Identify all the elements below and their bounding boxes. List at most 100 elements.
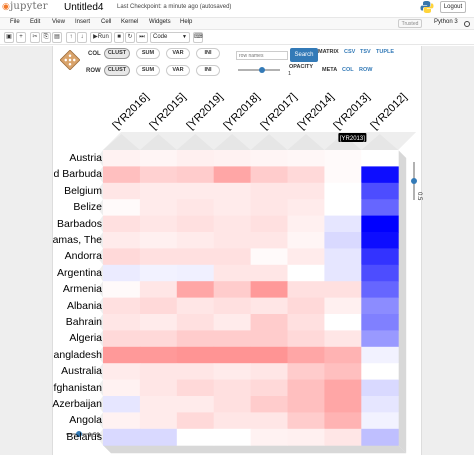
heatmap-cell[interactable] <box>139 232 178 249</box>
heatmap-cell[interactable] <box>176 346 215 364</box>
heatmap-cell[interactable] <box>361 314 399 331</box>
heatmap-cell[interactable] <box>213 215 252 233</box>
row-label[interactable]: Bahrain <box>66 316 102 328</box>
heatmap-cell[interactable] <box>287 232 325 249</box>
heatmap-cell[interactable] <box>361 232 399 249</box>
row-label[interactable]: amas, The <box>53 234 102 246</box>
heatmap-cell[interactable] <box>213 166 252 184</box>
heatmap-cell[interactable] <box>176 412 215 430</box>
heatmap-cell[interactable] <box>324 379 362 397</box>
heatmap-cell[interactable] <box>139 166 178 184</box>
heatmap-cell[interactable] <box>139 297 178 315</box>
heatmap-cell[interactable] <box>361 346 399 364</box>
heatmap-cell[interactable] <box>213 314 252 331</box>
heatmap-cell[interactable] <box>103 428 141 446</box>
row-label[interactable]: Armenia <box>63 283 102 295</box>
row-label[interactable]: fghanistan <box>54 382 102 394</box>
heatmap-cell[interactable] <box>103 248 141 266</box>
heatmap-cell[interactable] <box>213 330 252 348</box>
heatmap-cell[interactable] <box>250 166 288 184</box>
heatmap-cell[interactable] <box>361 297 399 315</box>
heatmap-cell[interactable] <box>361 330 399 348</box>
heatmap-cell[interactable] <box>139 412 178 430</box>
row-dendro-slider-handle[interactable] <box>411 178 417 184</box>
heatmap-cell[interactable] <box>213 199 252 217</box>
heatmap-cell[interactable] <box>287 150 325 167</box>
heatmap-cell[interactable] <box>176 379 215 397</box>
row-label[interactable]: Andorra <box>65 250 102 262</box>
heatmap-cell[interactable] <box>324 166 362 184</box>
heatmap-cell[interactable] <box>361 363 399 381</box>
heatmap-cell[interactable] <box>103 182 141 200</box>
heatmap-cell[interactable] <box>250 363 288 381</box>
heatmap-cell[interactable] <box>250 182 288 200</box>
heatmap-cell[interactable] <box>324 199 362 217</box>
heatmap-cell[interactable] <box>176 232 215 249</box>
heatmap-cell[interactable] <box>139 363 178 381</box>
heatmap-cell[interactable] <box>287 330 325 348</box>
heatmap-cell[interactable] <box>103 330 141 348</box>
heatmap-cell[interactable] <box>250 264 288 282</box>
heatmap-cell[interactable] <box>324 314 362 331</box>
heatmap-cell[interactable] <box>139 248 178 266</box>
heatmap-cell[interactable] <box>324 412 362 430</box>
heatmap-cell[interactable] <box>176 248 215 266</box>
heatmap-cell[interactable] <box>324 232 362 249</box>
heatmap-cell[interactable] <box>213 428 252 446</box>
heatmap-cell[interactable] <box>287 314 325 331</box>
heatmap-cell[interactable] <box>287 396 325 413</box>
heatmap-cell[interactable] <box>361 281 399 299</box>
row-label[interactable]: Azerbaijan <box>52 398 102 410</box>
heatmap-cell[interactable] <box>176 428 215 446</box>
heatmap-cell[interactable] <box>103 363 141 381</box>
heatmap-cell[interactable] <box>324 346 362 364</box>
heatmap-cell[interactable] <box>103 281 141 299</box>
heatmap-cell[interactable] <box>361 215 399 233</box>
heatmap-cell[interactable] <box>250 330 288 348</box>
row-label[interactable]: Belize <box>73 201 102 213</box>
heatmap-cell[interactable] <box>176 166 215 184</box>
heatmap-cell[interactable] <box>361 412 399 430</box>
heatmap-cell[interactable] <box>103 346 141 364</box>
heatmap-cell[interactable] <box>213 379 252 397</box>
heatmap-cell[interactable] <box>324 330 362 348</box>
heatmap-cell[interactable] <box>176 264 215 282</box>
heatmap-cell[interactable] <box>324 264 362 282</box>
heatmap-cell[interactable] <box>361 182 399 200</box>
heatmap-cell[interactable] <box>103 297 141 315</box>
heatmap-cell[interactable] <box>103 232 141 249</box>
heatmap-cell[interactable] <box>176 297 215 315</box>
heatmap-cell[interactable] <box>287 199 325 217</box>
heatmap-cell[interactable] <box>361 379 399 397</box>
heatmap-cell[interactable] <box>250 412 288 430</box>
heatmap-cell[interactable] <box>139 264 178 282</box>
heatmap-cell[interactable] <box>139 428 178 446</box>
heatmap-cell[interactable] <box>103 264 141 282</box>
row-label[interactable]: Australia <box>61 365 102 377</box>
heatmap-cell[interactable] <box>287 412 325 430</box>
heatmap-cell[interactable] <box>287 297 325 315</box>
heatmap-cell[interactable] <box>176 314 215 331</box>
heatmap-cell[interactable] <box>213 363 252 381</box>
heatmap-cell[interactable] <box>139 281 178 299</box>
heatmap-cell[interactable] <box>250 232 288 249</box>
heatmap-cell[interactable] <box>103 314 141 331</box>
heatmap-cell[interactable] <box>103 396 141 413</box>
heatmap-cell[interactable] <box>139 314 178 331</box>
heatmap-cell[interactable] <box>139 396 178 413</box>
heatmap-cell[interactable] <box>250 150 288 167</box>
heatmap-cell[interactable] <box>324 363 362 381</box>
heatmap-cell[interactable] <box>139 182 178 200</box>
heatmap-cell[interactable] <box>103 412 141 430</box>
heatmap-cell[interactable] <box>361 150 399 167</box>
row-label[interactable]: Belarus <box>66 431 102 443</box>
heatmap-cell[interactable] <box>250 379 288 397</box>
heatmap-cell[interactable] <box>176 396 215 413</box>
heatmap-cell[interactable] <box>287 182 325 200</box>
row-label[interactable]: angladesh <box>54 349 102 361</box>
heatmap-cell[interactable] <box>361 199 399 217</box>
heatmap-cell[interactable] <box>103 215 141 233</box>
heatmap-cell[interactable] <box>324 297 362 315</box>
heatmap-cell[interactable] <box>103 379 141 397</box>
heatmap-cell[interactable] <box>139 199 178 217</box>
